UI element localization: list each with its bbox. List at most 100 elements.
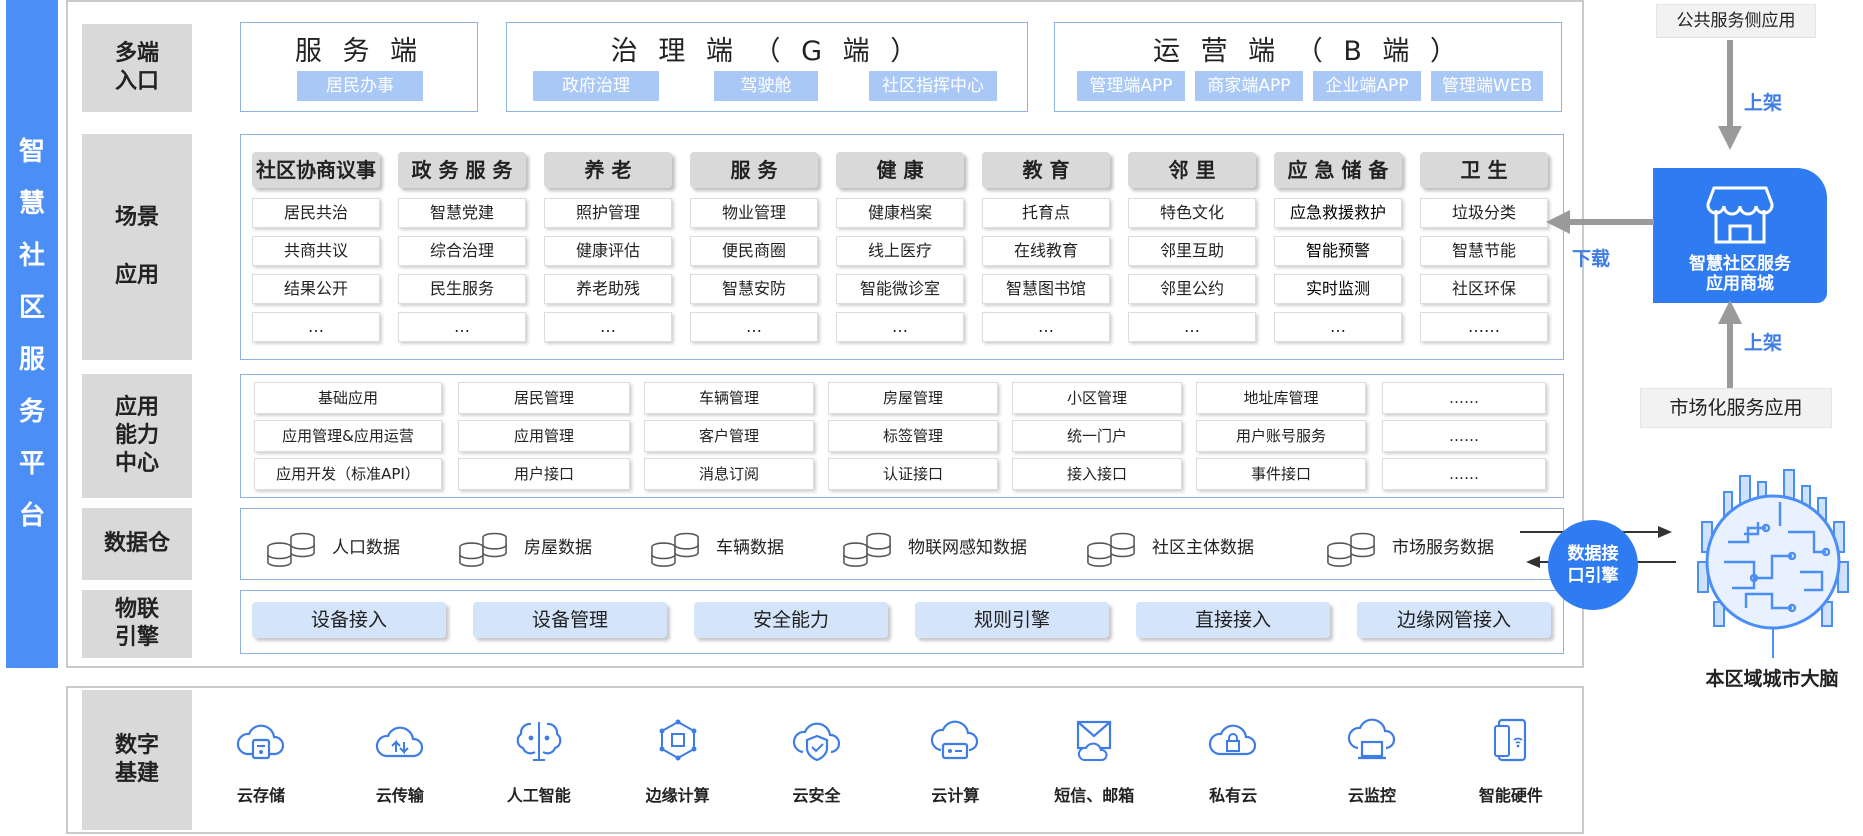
scene-item[interactable]: 智慧节能 [1420, 236, 1548, 266]
scene-item[interactable]: 特色文化 [1128, 198, 1256, 228]
scene-item[interactable]: 智能预警 [1274, 236, 1402, 266]
scene-item[interactable]: 智能微诊室 [836, 274, 964, 304]
scene-item[interactable]: 智慧安防 [690, 274, 818, 304]
ability-item[interactable]: 房屋管理 [828, 382, 998, 414]
scene-item[interactable]: … [398, 312, 526, 342]
base-item[interactable]: 短信、邮箱 [1039, 716, 1149, 816]
base-item[interactable]: 云安全 [762, 716, 872, 816]
data-interface-engine[interactable]: 数据接 口引擎 [1548, 520, 1638, 610]
warehouse-item[interactable]: 社区主体数据 [1152, 533, 1326, 558]
scene-header[interactable]: 应 急 储 备 [1274, 152, 1402, 188]
ability-item[interactable]: …… [1382, 382, 1546, 414]
scene-item[interactable]: 邻里公约 [1128, 274, 1256, 304]
scene-item[interactable]: 社区环保 [1420, 274, 1548, 304]
ability-item[interactable]: 用户接口 [458, 458, 630, 490]
scene-item[interactable]: 民生服务 [398, 274, 526, 304]
scene-item[interactable]: 在线教育 [982, 236, 1110, 266]
ability-item[interactable]: 认证接口 [828, 458, 998, 490]
scene-item[interactable]: 居民共治 [252, 198, 380, 228]
warehouse-item[interactable]: 市场服务数据 [1392, 533, 1532, 558]
scene-item[interactable]: 物业管理 [690, 198, 818, 228]
scene-header[interactable]: 教 育 [982, 152, 1110, 188]
base-item[interactable]: 智能硬件 [1456, 716, 1566, 816]
entry-chip[interactable]: 管理端APP [1077, 71, 1185, 101]
base-item[interactable]: 人工智能 [484, 716, 594, 816]
scene-item[interactable]: 照护管理 [544, 198, 672, 228]
scene-item[interactable]: … [544, 312, 672, 342]
scene-header[interactable]: 政 务 服 务 [398, 152, 526, 188]
ability-item[interactable]: 统一门户 [1012, 420, 1182, 452]
base-item[interactable]: 云传输 [345, 716, 455, 816]
scene-header[interactable]: 服 务 [690, 152, 818, 188]
scene-item[interactable]: …… [1420, 312, 1548, 342]
iot-item[interactable]: 边缘网管接入 [1357, 602, 1551, 638]
ability-item[interactable]: …… [1382, 420, 1546, 452]
scene-item[interactable]: 结果公开 [252, 274, 380, 304]
ability-item[interactable]: 标签管理 [828, 420, 998, 452]
scene-item[interactable]: … [690, 312, 818, 342]
ability-item[interactable]: 客户管理 [644, 420, 814, 452]
ability-item[interactable]: 应用开发（标准API） [254, 458, 442, 490]
ability-item[interactable]: 用户账号服务 [1196, 420, 1366, 452]
scene-header[interactable]: 养 老 [544, 152, 672, 188]
scene-item[interactable]: 便民商圈 [690, 236, 818, 266]
entry-chip[interactable]: 管理端WEB [1431, 71, 1543, 101]
scene-item[interactable]: 实时监测 [1274, 274, 1402, 304]
iot-item[interactable]: 设备接入 [252, 602, 446, 638]
app-store-box[interactable]: 智慧社区服务 应用商城 [1653, 168, 1827, 303]
base-item[interactable]: 边缘计算 [623, 716, 733, 816]
scene-item[interactable]: 托育点 [982, 198, 1110, 228]
ability-item[interactable]: 基础应用 [254, 382, 442, 414]
ability-item[interactable]: 小区管理 [1012, 382, 1182, 414]
scene-item[interactable]: 邻里互助 [1128, 236, 1256, 266]
public-service-app[interactable]: 公共服务侧应用 [1656, 4, 1816, 38]
ability-item[interactable]: …… [1382, 458, 1546, 490]
entry-chip[interactable]: 企业端APP [1313, 71, 1421, 101]
ability-item[interactable]: 应用管理&应用运营 [254, 420, 442, 452]
entry-chip[interactable]: 居民办事 [297, 71, 423, 101]
warehouse-item[interactable]: 人口数据 [332, 533, 458, 558]
base-item[interactable]: 云监控 [1317, 716, 1427, 816]
iot-item[interactable]: 安全能力 [694, 602, 888, 638]
scene-header[interactable]: 社区协商议事 [252, 152, 380, 188]
base-item[interactable]: 云计算 [900, 716, 1010, 816]
warehouse-item[interactable]: 房屋数据 [524, 533, 650, 558]
ability-item[interactable]: 事件接口 [1196, 458, 1366, 490]
base-item[interactable]: 云存储 [206, 716, 316, 816]
scene-item[interactable]: … [982, 312, 1110, 342]
warehouse-item[interactable]: 物联网感知数据 [908, 533, 1086, 558]
scene-item[interactable]: … [1128, 312, 1256, 342]
base-item[interactable]: 私有云 [1178, 716, 1288, 816]
scene-header[interactable]: 邻 里 [1128, 152, 1256, 188]
iot-item[interactable]: 规则引擎 [915, 602, 1109, 638]
market-service-app[interactable]: 市场化服务应用 [1640, 388, 1832, 428]
scene-item[interactable]: 智慧图书馆 [982, 274, 1110, 304]
scene-item[interactable]: 养老助残 [544, 274, 672, 304]
ability-item[interactable]: 消息订阅 [644, 458, 814, 490]
scene-item[interactable]: 应急救援救护 [1274, 198, 1402, 228]
entry-chip[interactable]: 商家端APP [1195, 71, 1303, 101]
scene-item[interactable]: 线上医疗 [836, 236, 964, 266]
entry-chip[interactable]: 政府治理 [533, 71, 659, 101]
scene-item[interactable]: … [836, 312, 964, 342]
ability-item[interactable]: 应用管理 [458, 420, 630, 452]
scene-item[interactable]: 健康评估 [544, 236, 672, 266]
scene-item[interactable]: 健康档案 [836, 198, 964, 228]
entry-chip[interactable]: 社区指挥中心 [869, 71, 997, 101]
scene-item[interactable]: 共商共议 [252, 236, 380, 266]
iot-item[interactable]: 设备管理 [473, 602, 667, 638]
scene-item[interactable]: … [252, 312, 380, 342]
entry-chip[interactable]: 驾驶舱 [714, 71, 818, 101]
scene-header[interactable]: 卫 生 [1420, 152, 1548, 188]
iot-item[interactable]: 直接接入 [1136, 602, 1330, 638]
scene-header[interactable]: 健 康 [836, 152, 964, 188]
warehouse-item[interactable]: 车辆数据 [716, 533, 842, 558]
scene-item[interactable]: … [1274, 312, 1402, 342]
ability-item[interactable]: 地址库管理 [1196, 382, 1366, 414]
ability-item[interactable]: 车辆管理 [644, 382, 814, 414]
ability-item[interactable]: 接入接口 [1012, 458, 1182, 490]
ability-item[interactable]: 居民管理 [458, 382, 630, 414]
scene-item[interactable]: 垃圾分类 [1420, 198, 1548, 228]
scene-item[interactable]: 综合治理 [398, 236, 526, 266]
scene-item[interactable]: 智慧党建 [398, 198, 526, 228]
